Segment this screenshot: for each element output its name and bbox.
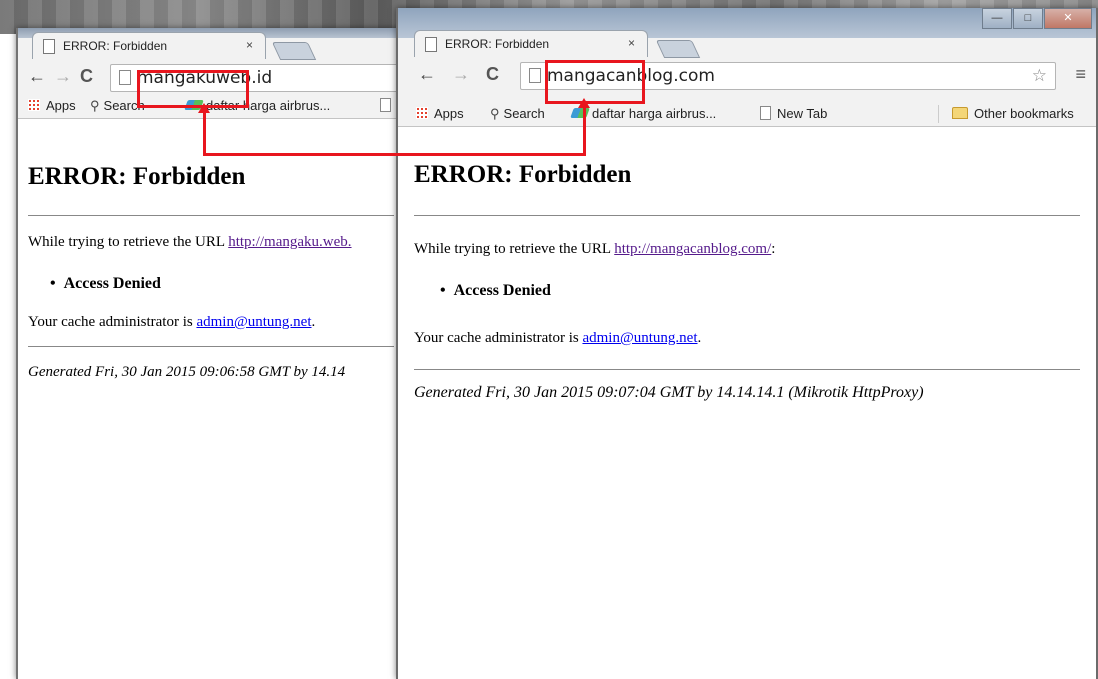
left-browser-window: ERROR: Forbidden × ← → C mangakuweb.id A… [16, 28, 404, 679]
generated-line: Generated Fri, 30 Jan 2015 09:06:58 GMT … [28, 364, 346, 380]
page-icon [380, 98, 391, 112]
bookmark-other-label: Other bookmarks [974, 106, 1074, 121]
new-tab-button[interactable] [655, 40, 701, 58]
right-page-content: ERROR: Forbidden While trying to retriev… [398, 127, 1096, 679]
chrome-menu-icon[interactable]: ≡ [1075, 64, 1086, 85]
page-icon [529, 68, 541, 83]
window-controls: — □ ✕ [981, 8, 1092, 29]
maximize-button[interactable]: □ [1013, 8, 1043, 29]
bookmark-daftar[interactable]: daftar harga airbrus... [570, 106, 717, 121]
bookmark-apps-label: Apps [46, 98, 76, 113]
admin-email-link[interactable]: admin@untung.net [582, 330, 697, 346]
back-button[interactable]: ← [28, 66, 46, 87]
bookmark-new-tab[interactable] [380, 98, 397, 113]
admin-suffix: . [311, 314, 316, 330]
retrieve-text: While trying to retrieve the URL [28, 234, 229, 250]
bookmark-search[interactable]: ⚲ Search [490, 106, 545, 122]
annotation-arrowhead-left [198, 103, 210, 113]
right-url-highlight-box [545, 60, 645, 104]
page-icon [760, 106, 771, 120]
minimize-button[interactable]: — [982, 8, 1012, 29]
retrieve-text: While trying to retrieve the URL [414, 241, 615, 257]
divider [28, 215, 394, 216]
admin-email-link[interactable]: admin@untung.net [196, 314, 311, 330]
forward-button[interactable]: → [54, 66, 72, 87]
bullet-item: • Access Denied [50, 275, 161, 292]
annotation-arrow-horizontal [203, 153, 586, 156]
left-tab[interactable]: ERROR: Forbidden × [32, 32, 266, 59]
bookmark-apps[interactable]: Apps [416, 106, 464, 121]
retrieve-line: While trying to retrieve the URL http://… [414, 241, 775, 258]
generated-line: Generated Fri, 30 Jan 2015 09:07:04 GMT … [414, 384, 924, 401]
tab-close-icon[interactable]: × [246, 38, 253, 52]
admin-line: Your cache administrator is admin@untung… [414, 330, 701, 347]
right-tab-title: ERROR: Forbidden [445, 37, 550, 51]
retrieve-link[interactable]: http://mangaku.web. [228, 234, 351, 250]
right-bookmarks-bar: Apps ⚲ Search daftar harga airbrus... New… [398, 102, 1096, 127]
bookmark-other[interactable]: Other bookmarks [952, 106, 1074, 121]
search-icon: ⚲ [490, 106, 500, 121]
reload-button[interactable]: C [486, 64, 499, 85]
annotation-arrowhead-right [578, 98, 590, 108]
bookmark-star-icon[interactable]: ☆ [1032, 66, 1047, 86]
folder-icon [952, 107, 968, 119]
right-toolbar: ← → C mangacanblog.com ☆ ≡ [398, 58, 1096, 92]
bullet-text: Access Denied [453, 282, 551, 299]
bullet-text: Access Denied [63, 275, 161, 292]
admin-text: Your cache administrator is [414, 330, 583, 346]
divider [28, 346, 394, 347]
divider [414, 369, 1080, 370]
close-window-button[interactable]: ✕ [1044, 8, 1092, 29]
bookmarks-separator [938, 105, 939, 123]
reload-button[interactable]: C [80, 66, 93, 87]
left-page-content: ERROR: Forbidden While trying to retriev… [18, 119, 404, 679]
annotation-arrow-right-vertical [583, 107, 586, 156]
page-heading: ERROR: Forbidden [414, 161, 632, 188]
admin-line: Your cache administrator is admin@untung… [28, 314, 315, 331]
page-icon [43, 39, 55, 54]
apps-icon [28, 99, 40, 111]
admin-suffix: . [697, 330, 702, 346]
bullet-item: • Access Denied [440, 282, 551, 299]
bookmark-apps-label: Apps [434, 106, 464, 121]
left-tab-title: ERROR: Forbidden [63, 39, 168, 53]
back-button[interactable]: ← [418, 64, 436, 85]
right-browser-window: — □ ✕ ERROR: Forbidden × ← → C mangacanb… [396, 8, 1098, 679]
url-rest: blog.com [636, 66, 715, 86]
bookmark-apps[interactable]: Apps [28, 98, 76, 113]
left-url-highlight-box [137, 70, 249, 108]
forward-button[interactable]: → [452, 64, 470, 85]
retrieve-suffix: : [771, 241, 776, 257]
bookmark-new-tab[interactable]: New Tab [760, 106, 827, 121]
bookmark-new-tab-label: New Tab [777, 106, 828, 121]
bookmark-daftar-label: daftar harga airbrus... [592, 106, 717, 121]
page-heading: ERROR: Forbidden [28, 163, 246, 190]
divider [414, 215, 1080, 216]
page-icon [119, 70, 131, 85]
apps-icon [416, 107, 428, 119]
annotation-arrow-left-vertical [203, 112, 206, 155]
bookmark-search-label: Search [503, 106, 545, 121]
retrieve-link[interactable]: http://mangacanblog.com/ [614, 241, 771, 257]
admin-text: Your cache administrator is [28, 314, 197, 330]
retrieve-line: While trying to retrieve the URL http://… [28, 234, 352, 251]
new-tab-button[interactable] [271, 42, 317, 60]
page-icon [425, 37, 437, 52]
search-icon: ⚲ [90, 98, 100, 113]
tab-close-icon[interactable]: × [628, 36, 635, 50]
airbus-icon [570, 108, 590, 118]
right-tab[interactable]: ERROR: Forbidden × [414, 30, 648, 57]
